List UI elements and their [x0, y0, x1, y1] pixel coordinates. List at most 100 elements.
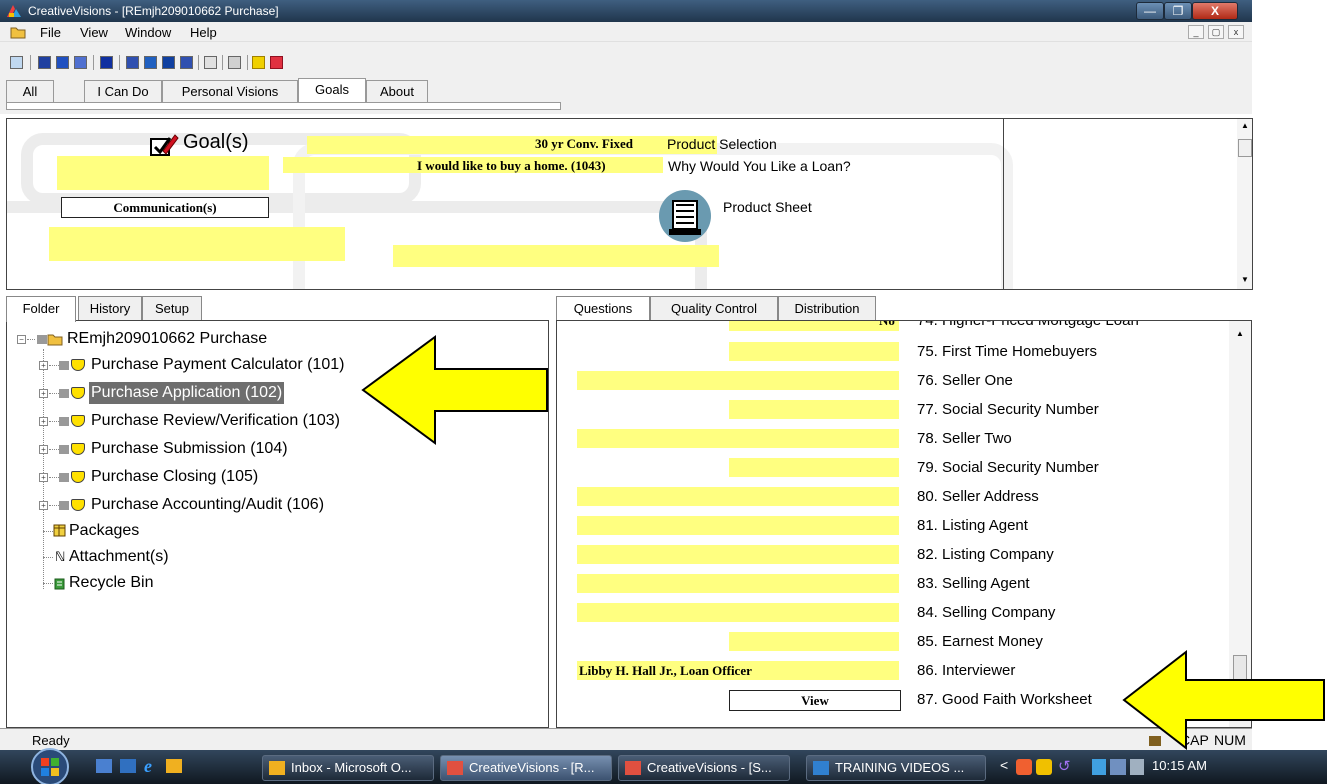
internet-explorer-icon[interactable]: e — [144, 756, 152, 777]
network-icon[interactable] — [1092, 759, 1106, 775]
expand-icon[interactable]: + — [39, 389, 48, 398]
tab-folder[interactable]: Folder — [6, 296, 76, 322]
expand-icon[interactable]: + — [39, 501, 48, 510]
task-inbox[interactable]: Inbox - Microsoft O... — [262, 755, 434, 781]
toolbar-separator — [93, 55, 94, 70]
collapse-icon[interactable]: − — [17, 335, 26, 344]
shield-icon — [71, 471, 85, 483]
expand-icon[interactable]: + — [39, 361, 48, 370]
answer-field[interactable] — [577, 429, 899, 448]
tab-distribution[interactable]: Distribution — [778, 296, 876, 322]
answer-field[interactable] — [729, 458, 899, 477]
user-icon[interactable] — [126, 56, 139, 69]
table-icon[interactable] — [180, 56, 193, 69]
print-icon[interactable] — [228, 56, 241, 69]
tree-item-label: Attachment(s) — [69, 548, 169, 565]
task-creativevisions-r[interactable]: CreativeVisions - [R... — [440, 755, 612, 781]
tool-icon[interactable] — [270, 56, 283, 69]
minimize-button[interactable]: — — [1136, 2, 1164, 20]
tab-about[interactable]: About — [366, 80, 428, 104]
answer-field[interactable] — [577, 574, 899, 593]
tab-i-can-do[interactable]: I Can Do — [84, 80, 162, 104]
product-sheet-icon[interactable] — [657, 189, 713, 243]
report2-icon[interactable] — [56, 56, 69, 69]
package-icon — [53, 524, 66, 537]
tab-setup[interactable]: Setup — [142, 296, 202, 322]
menu-file[interactable]: File — [40, 25, 61, 40]
goal-scrollbar[interactable]: ▲ ▼ — [1237, 119, 1252, 289]
product-sheet-label[interactable]: Product Sheet — [723, 199, 812, 215]
grid-icon[interactable] — [162, 56, 175, 69]
doc-icon[interactable] — [10, 56, 23, 69]
task-label: Inbox - Microsoft O... — [291, 760, 412, 775]
answer-field[interactable] — [577, 603, 899, 622]
tree-root-label: REmjh209010662 Purchase — [67, 330, 268, 347]
maximize-button[interactable]: ❐ — [1164, 2, 1192, 20]
mdi-restore-button[interactable]: ▢ — [1208, 25, 1224, 39]
mdi-minimize-button[interactable]: _ — [1188, 25, 1204, 39]
expand-icon[interactable]: + — [39, 445, 48, 454]
task-creativevisions-s[interactable]: CreativeVisions - [S... — [618, 755, 790, 781]
monitor-icon[interactable] — [1110, 759, 1126, 775]
checkbox-pencil-icon — [150, 134, 179, 156]
tab-all[interactable]: All — [6, 80, 54, 104]
expand-icon[interactable]: + — [39, 417, 48, 426]
tab-quality-control[interactable]: Quality Control — [650, 296, 778, 322]
report-icon[interactable] — [38, 56, 51, 69]
status-icon — [59, 417, 69, 426]
scroll-up-icon[interactable]: ▲ — [1236, 329, 1244, 338]
status-icon — [59, 361, 69, 370]
answer-field[interactable] — [729, 400, 899, 419]
switch-windows-icon[interactable] — [120, 759, 136, 773]
show-desktop-icon[interactable] — [96, 759, 112, 773]
tab-personal-visions[interactable]: Personal Visions — [162, 80, 298, 104]
yellow-field[interactable] — [49, 227, 345, 261]
shield-icon — [71, 415, 85, 427]
tree-item-label: Purchase Submission (104) — [91, 440, 288, 457]
chart-icon[interactable] — [74, 56, 87, 69]
communication-button[interactable]: Communication(s) — [61, 197, 269, 218]
outlook-icon[interactable] — [166, 759, 182, 773]
tray-app-icon[interactable]: ↺ — [1058, 757, 1071, 775]
volume-icon[interactable] — [1130, 759, 1144, 775]
tab-goals[interactable]: Goals — [298, 78, 366, 105]
expand-icon[interactable]: + — [39, 473, 48, 482]
menu-view[interactable]: View — [80, 25, 108, 40]
menu-help[interactable]: Help — [190, 25, 217, 40]
tree-line — [43, 557, 53, 558]
answer-field[interactable] — [577, 545, 899, 564]
tray-app-icon[interactable] — [1016, 759, 1032, 775]
scroll-down-icon[interactable]: ▼ — [1241, 275, 1249, 284]
answer-field[interactable] — [577, 516, 899, 535]
clock[interactable]: 10:15 AM — [1152, 758, 1207, 773]
task-training-videos[interactable]: TRAINING VIDEOS ... — [806, 755, 986, 781]
taskbar: e Inbox - Microsoft O... CreativeVisions… — [0, 748, 1327, 784]
yellow-field[interactable] — [393, 245, 719, 267]
goal-field[interactable] — [57, 156, 269, 190]
scroll-up-icon[interactable]: ▲ — [1241, 121, 1249, 130]
tab-history[interactable]: History — [78, 296, 142, 322]
scroll-thumb[interactable] — [1238, 139, 1252, 157]
question-row: 77. Social Security Number — [557, 396, 1229, 425]
product-field[interactable] — [307, 136, 717, 154]
menu-window[interactable]: Window — [125, 25, 171, 40]
mdi-close-button[interactable]: x — [1228, 25, 1244, 39]
status-text: Ready — [32, 733, 70, 748]
answer-field[interactable] — [577, 371, 899, 390]
answer-field[interactable] — [729, 342, 899, 361]
close-button[interactable]: X — [1192, 2, 1238, 20]
help-icon[interactable] — [252, 56, 265, 69]
view-button[interactable]: View — [729, 690, 901, 711]
start-button[interactable] — [30, 748, 70, 784]
tab-questions[interactable]: Questions — [556, 296, 650, 322]
pin-icon[interactable] — [204, 56, 217, 69]
flag-icon[interactable] — [100, 56, 113, 69]
folder-tree-panel: − REmjh209010662 Purchase + Purchase Pay… — [6, 320, 549, 728]
answer-field[interactable] — [729, 321, 899, 331]
tray-expand-icon[interactable]: < — [1000, 757, 1008, 773]
tray-app-icon[interactable] — [1036, 759, 1052, 775]
tree-item-label: Purchase Closing (105) — [91, 468, 259, 485]
camera-icon[interactable] — [144, 56, 157, 69]
answer-field[interactable] — [729, 632, 899, 651]
answer-field[interactable] — [577, 487, 899, 506]
